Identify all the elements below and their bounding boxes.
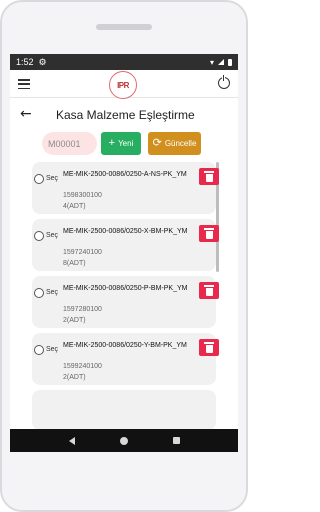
- select-radio[interactable]: [34, 345, 44, 355]
- material-number: 1598300100: [63, 192, 102, 199]
- material-number: 1597280100: [63, 306, 102, 313]
- material-number: 1599240100: [63, 363, 102, 370]
- material-quantity: 4(ADT): [63, 203, 86, 210]
- delete-button[interactable]: [199, 168, 219, 185]
- phone-body: 1:52 ⚙ ▾ IPR ← Kasa Malzeme Eşleştirme +…: [0, 0, 248, 512]
- controls-row: + Yeni ⟳ Güncelle: [10, 132, 238, 156]
- material-code: ME-MIK-2500-0086/0250-Y-BM-PK_YM: [63, 342, 187, 349]
- delete-button[interactable]: [199, 225, 219, 242]
- trash-icon: [204, 171, 214, 182]
- menu-icon[interactable]: [18, 79, 30, 89]
- material-quantity: 8(ADT): [63, 260, 86, 267]
- title-bar: ← Kasa Malzeme Eşleştirme: [10, 102, 238, 128]
- select-radio[interactable]: [34, 174, 44, 184]
- select-radio[interactable]: [34, 231, 44, 241]
- code-input[interactable]: [42, 132, 97, 155]
- new-button-label: Yeni: [118, 139, 134, 148]
- list-item: Seç ME-MIK-2500-0086/0250-A-NS-PK_YM 159…: [32, 162, 219, 214]
- logo-text: IPR: [117, 80, 129, 90]
- list-item: Seç ME-MIK-2500-0086/0250-X-BM-PK_YM 159…: [32, 219, 219, 271]
- app-bar: IPR: [10, 70, 238, 99]
- status-icons: ▾: [210, 58, 232, 67]
- material-quantity: 2(ADT): [63, 374, 86, 381]
- delete-button[interactable]: [199, 339, 219, 356]
- material-number: 1597240100: [63, 249, 102, 256]
- status-time: 1:52: [16, 57, 34, 67]
- wifi-icon: ▾: [209, 57, 214, 67]
- gear-icon: ⚙: [38, 56, 47, 67]
- phone-speaker: [96, 24, 152, 30]
- list-item: Seç ME-MIK-2500-0086/0250-P-BM-PK_YM 159…: [32, 276, 219, 328]
- trash-icon: [204, 285, 214, 296]
- screen: 1:52 ⚙ ▾ IPR ← Kasa Malzeme Eşleştirme +…: [10, 54, 238, 452]
- battery-icon: [228, 58, 232, 66]
- status-bar: 1:52 ⚙ ▾: [10, 54, 238, 70]
- material-list: Seç ME-MIK-2500-0086/0250-A-NS-PK_YM 159…: [10, 160, 238, 430]
- material-code: ME-MIK-2500-0086/0250-A-NS-PK_YM: [63, 171, 187, 178]
- select-label: Seç: [46, 232, 59, 239]
- nav-home-icon[interactable]: [119, 436, 128, 445]
- nav-back-icon[interactable]: [68, 436, 75, 445]
- trash-icon: [204, 342, 214, 353]
- nav-recents-icon[interactable]: [172, 437, 180, 444]
- plus-icon: +: [108, 137, 116, 149]
- page-title: Kasa Malzeme Eşleştirme: [56, 108, 195, 122]
- new-button[interactable]: + Yeni: [101, 132, 141, 155]
- refresh-icon: ⟳: [152, 137, 162, 149]
- select-radio[interactable]: [34, 288, 44, 298]
- select-label: Seç: [46, 175, 59, 182]
- power-icon[interactable]: [218, 75, 230, 89]
- material-code: ME-MIK-2500-0086/0250-X-BM-PK_YM: [63, 228, 188, 235]
- signal-icon: [218, 59, 224, 65]
- app-logo: IPR: [109, 71, 137, 99]
- select-label: Seç: [46, 289, 59, 296]
- trash-icon: [204, 228, 214, 239]
- update-button-label: Güncelle: [164, 139, 197, 148]
- list-item: Seç ME-MIK-2500-0086/0250-Y-BM-PK_YM 159…: [32, 333, 219, 385]
- back-arrow-icon[interactable]: ←: [20, 106, 32, 122]
- delete-button[interactable]: [199, 282, 219, 299]
- android-nav-bar: [10, 429, 238, 452]
- material-code: ME-MIK-2500-0086/0250-P-BM-PK_YM: [63, 285, 188, 292]
- select-label: Seç: [46, 346, 59, 353]
- material-quantity: 2(ADT): [63, 317, 86, 324]
- update-button[interactable]: ⟳ Güncelle: [148, 132, 201, 155]
- list-item-partial: [32, 390, 216, 430]
